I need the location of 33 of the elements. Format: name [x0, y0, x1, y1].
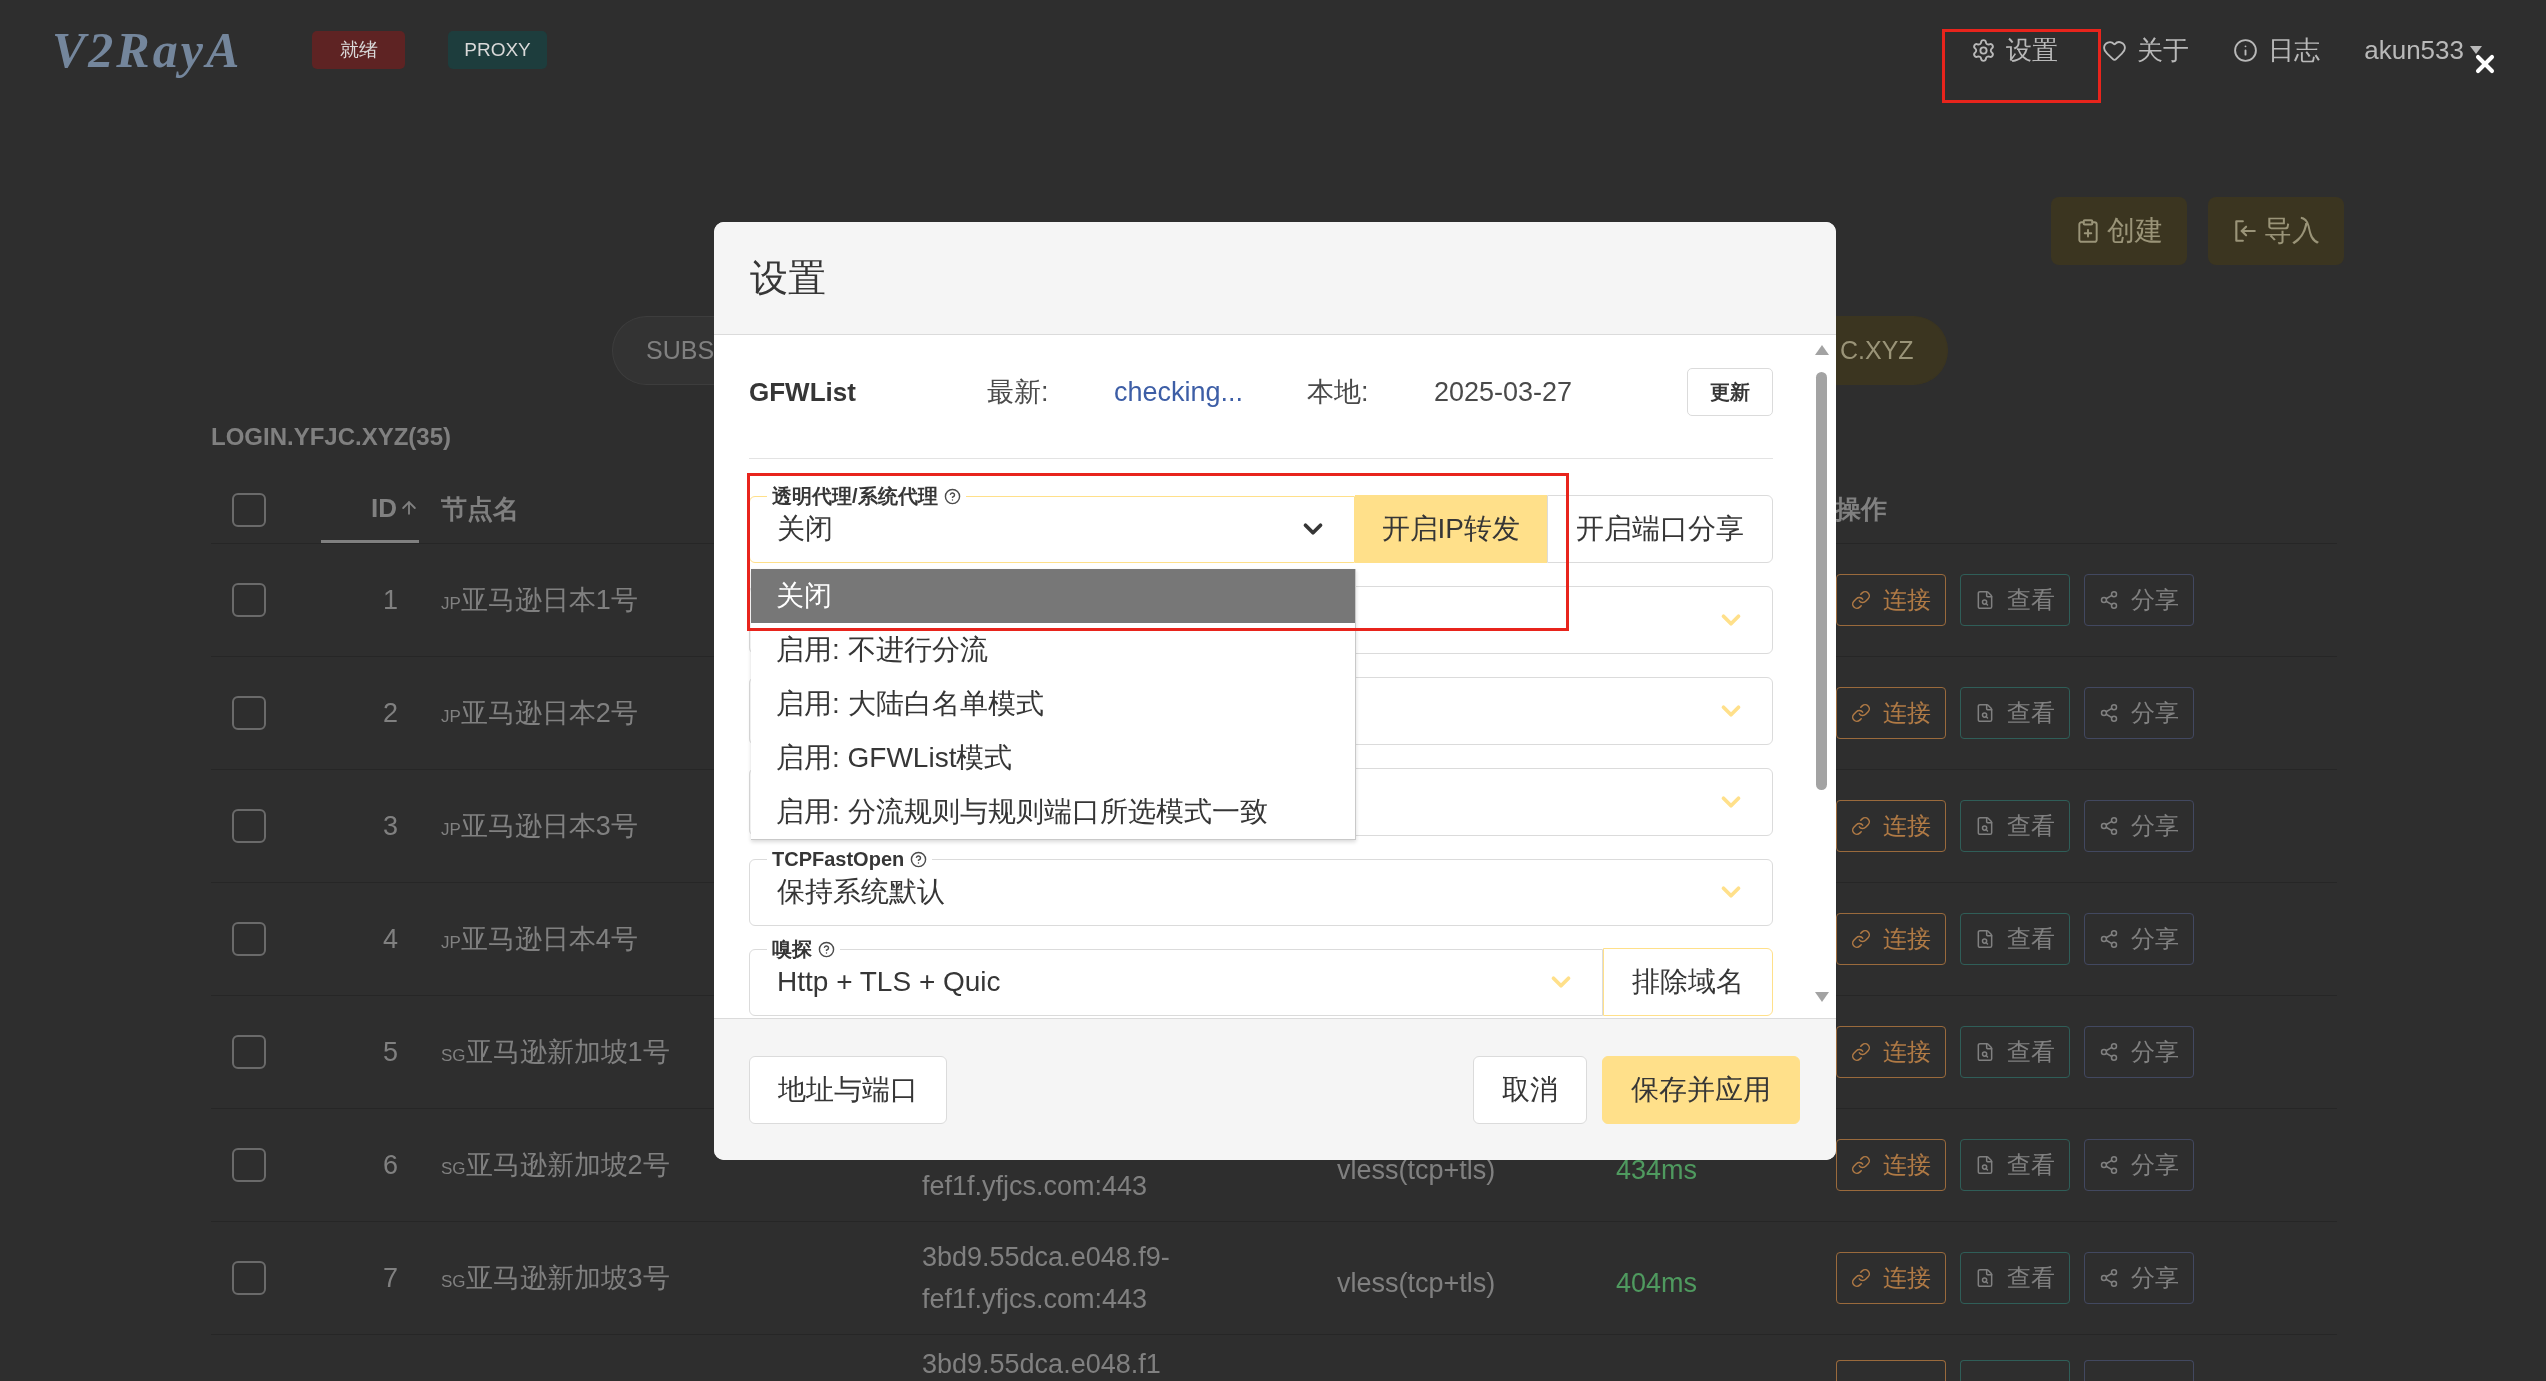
protocol-text: vless(tcp+tls)	[1337, 1153, 1496, 1187]
node-name: JP亚马逊日本4号	[441, 922, 638, 956]
field-label: 透明代理/系统代理	[772, 486, 938, 506]
latency-text: 434ms	[1616, 1153, 1698, 1187]
server-address: 3bd9.55dca.e048.f9-fef1f.yfjcs.com:443	[922, 1241, 1171, 1316]
local-label: 本地:	[1307, 376, 1369, 407]
node-name: JP亚马逊日本1号	[441, 583, 638, 617]
node-name: SG亚马逊新加坡1号	[441, 1035, 670, 1069]
protocol-text: vless(tcp+tls)	[1337, 1266, 1496, 1300]
node-id: 4	[382, 922, 398, 956]
node-id: 5	[382, 1035, 398, 1069]
field-label: TCPFastOpen	[772, 849, 905, 869]
node-name: JP亚马逊日本2号	[441, 696, 638, 730]
node-id: 7	[382, 1261, 398, 1295]
node-id: 6	[382, 1148, 398, 1182]
node-id: 2	[382, 696, 398, 730]
node-id: 3	[382, 809, 398, 843]
latency-text: 404ms	[1616, 1266, 1698, 1300]
table-title: LOGIN.YFJC.XYZ(35)	[211, 422, 452, 452]
field-label: 嗅探	[772, 939, 812, 959]
node-name: JP亚马逊日本3号	[441, 809, 638, 843]
status-badge: PROXY	[448, 31, 547, 69]
node-name: SG亚马逊新加坡2号	[441, 1148, 670, 1182]
list-name: GFWList	[749, 376, 856, 407]
server-address: 3bd9.55dca.e048.f1	[922, 1349, 1161, 1379]
status-badge: 就绪	[312, 31, 406, 69]
node-name: SG亚马逊新加坡3号	[441, 1261, 670, 1295]
server-address: fef1f.yfjcs.com:443	[922, 1170, 1149, 1203]
node-id: 1	[382, 583, 398, 617]
local-version: 2025-03-27	[1434, 375, 1573, 409]
latest-label: 最新:	[987, 376, 1049, 407]
latest-version: checking...	[1114, 376, 1244, 407]
dialog-title: 设置	[750, 255, 826, 301]
